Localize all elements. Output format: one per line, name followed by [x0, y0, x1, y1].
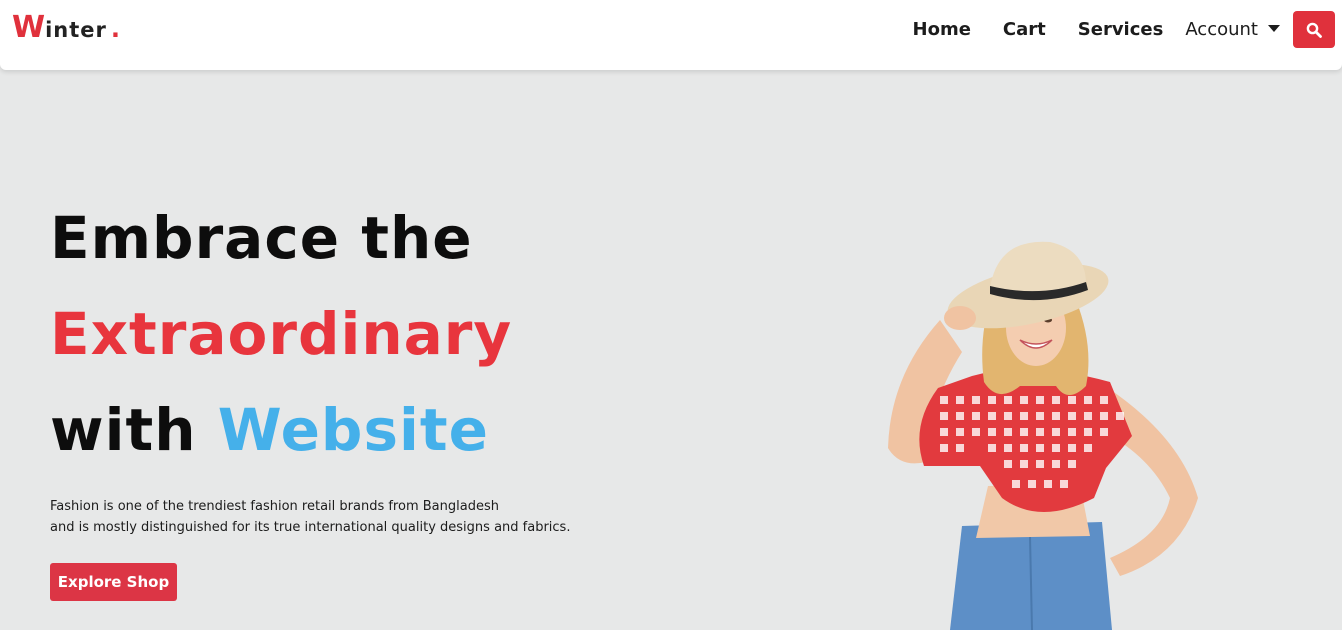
caret-down-icon	[1268, 24, 1280, 32]
hero-title: Embrace the Extraordinary with Website	[50, 190, 512, 478]
nav-dropdown-account[interactable]: Account	[1185, 19, 1280, 40]
hero-title-line-3-prefix: with	[50, 396, 197, 464]
nav-link-account-label: Account	[1185, 18, 1258, 40]
hero-title-line-2: Extraordinary	[50, 300, 513, 368]
navbar: W inter . Home Cart Services Account	[0, 0, 1342, 70]
hero-description: Fashion is one of the trendiest fashion …	[50, 496, 570, 538]
hero-model-image	[888, 241, 1198, 630]
brand-logo[interactable]: W inter .	[12, 10, 120, 46]
hero-description-line-1: Fashion is one of the trendiest fashion …	[50, 499, 499, 514]
explore-shop-button[interactable]: Explore Shop	[50, 563, 177, 601]
hero-title-line-1: Embrace the	[50, 204, 473, 272]
nav-links: Home Cart Services Account	[881, 0, 1280, 58]
nav-link-services[interactable]: Services	[1078, 19, 1164, 40]
nav-link-cart[interactable]: Cart	[1003, 19, 1046, 40]
nav-link-home[interactable]: Home	[913, 19, 971, 40]
brand-name: inter	[45, 18, 107, 42]
search-icon	[1306, 22, 1322, 38]
hero-title-line-3: with Website	[50, 382, 512, 478]
brand-initial: W	[12, 10, 46, 45]
hero-title-highlight: Website	[217, 396, 489, 464]
brand-dot: .	[110, 15, 121, 43]
search-button[interactable]	[1293, 11, 1335, 48]
hero-description-line-2: and is mostly distinguished for its true…	[50, 520, 571, 535]
